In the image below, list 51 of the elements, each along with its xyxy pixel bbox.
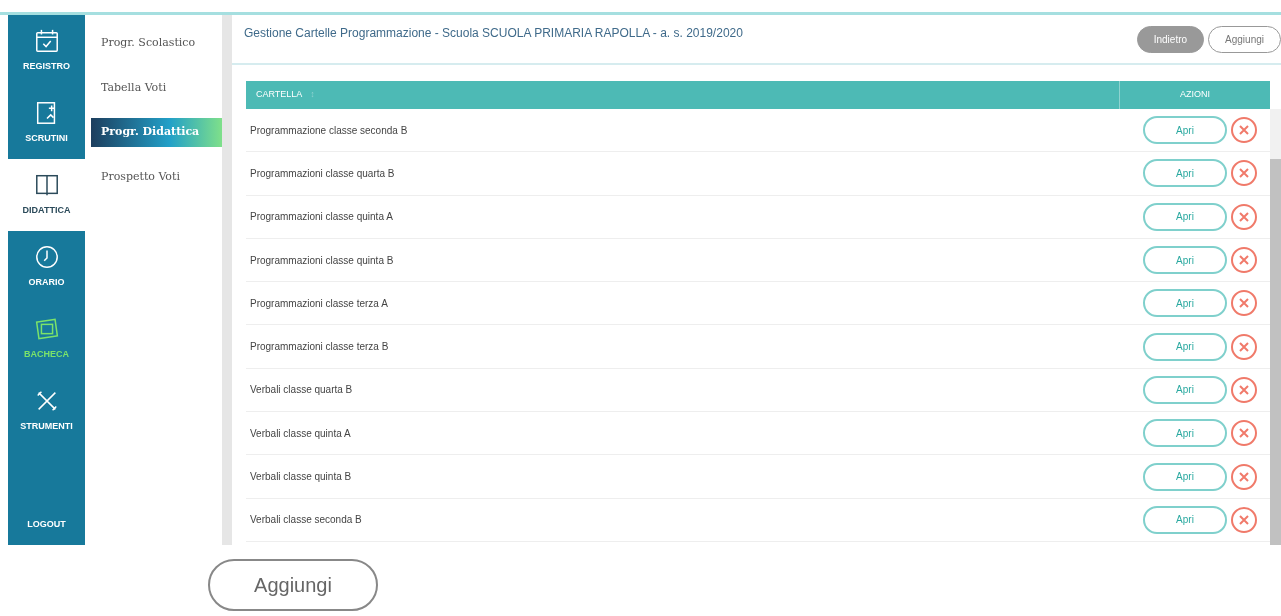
open-button[interactable]: Apri — [1143, 246, 1227, 275]
open-button[interactable]: Apri — [1143, 159, 1227, 188]
clock-icon — [33, 244, 60, 271]
delete-icon[interactable] — [1230, 202, 1258, 231]
rail-item[interactable]: STRUMENTI — [8, 375, 85, 447]
submenu-item[interactable]: Progr. Didattica — [91, 118, 222, 147]
delete-icon[interactable] — [1230, 159, 1258, 188]
delete-icon[interactable] — [1230, 462, 1258, 491]
rail-item[interactable]: DIDATTICA — [8, 159, 85, 231]
open-button[interactable]: Apri — [1143, 116, 1227, 145]
back-button[interactable]: Indietro — [1136, 25, 1205, 53]
rail-item[interactable]: BACHECA — [8, 303, 85, 375]
table-cell-text: Programmazioni classe quarta B — [249, 166, 396, 181]
delete-icon[interactable] — [1230, 419, 1258, 448]
submenu-item[interactable]: Progr. Scolastico — [85, 29, 222, 58]
table-cell-text: Verbali classe quinta B — [249, 470, 353, 484]
rail-item[interactable]: ORARIO — [8, 231, 85, 303]
scrollbar[interactable] — [1270, 109, 1281, 545]
table-cell-text: Programmazioni classe terza B — [249, 340, 390, 355]
delete-icon[interactable] — [1230, 246, 1258, 275]
open-button[interactable]: Apri — [1143, 332, 1227, 361]
open-button[interactable]: Apri — [1143, 289, 1227, 318]
rail-item[interactable]: LOGOUT — [8, 505, 85, 545]
add-button[interactable]: Aggiungi — [208, 559, 378, 611]
table-cell-text: Programmazione classe seconda B — [249, 123, 409, 138]
delete-icon[interactable] — [1230, 375, 1258, 404]
table-cell-text: Programmazioni classe quinta A — [249, 210, 394, 225]
table-cell-text: Verbali classe seconda B — [249, 513, 363, 528]
table-cell-text: Programmazioni classe terza A — [249, 296, 389, 311]
submenu-item[interactable]: Prospetto Voti — [85, 162, 222, 191]
table-cell-text: Programmazioni classe quinta B — [249, 253, 395, 268]
rail-item[interactable]: SCRUTINI — [8, 87, 85, 159]
open-button[interactable]: Apri — [1143, 419, 1227, 448]
table-cell-text: Verbali classe quarta B — [249, 383, 354, 398]
rail-item[interactable]: REGISTRO — [8, 15, 85, 87]
table-cell-text: Verbali classe quinta A — [249, 426, 352, 441]
open-button[interactable]: Apri — [1143, 505, 1227, 534]
page-title: Gestione Cartelle Programmazione - Scuola SCUOLA PRIMARIA RAPOLLA - a. s. 2019/2020 — [244, 25, 744, 42]
delete-icon[interactable] — [1230, 116, 1258, 145]
scrollbar[interactable] — [222, 15, 232, 545]
submenu-item[interactable]: Tabella Voti — [85, 73, 222, 102]
delete-icon[interactable] — [1230, 505, 1258, 534]
open-button[interactable]: Apri — [1143, 375, 1227, 404]
delete-icon[interactable] — [1230, 332, 1258, 361]
open-button[interactable]: Apri — [1143, 462, 1227, 491]
calendar-icon — [33, 28, 60, 55]
open-button[interactable]: Apri — [1143, 202, 1227, 231]
delete-icon[interactable] — [1230, 289, 1258, 318]
add-button[interactable]: Aggiungi — [1208, 25, 1281, 53]
column-header: CARTELLA — [256, 88, 303, 102]
column-header: AZIONI — [1179, 88, 1211, 102]
